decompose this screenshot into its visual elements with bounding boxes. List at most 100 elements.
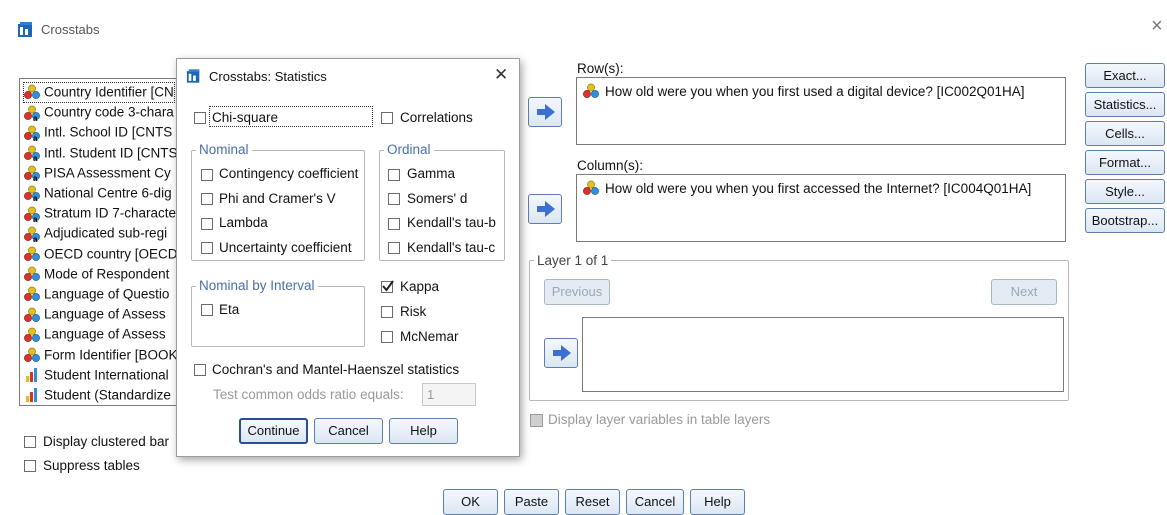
rows-listbox[interactable]: How old were you when you first used a d… [576, 77, 1066, 145]
variable-list-item[interactable]: a National Centre 6-dig [24, 183, 172, 203]
gamma-checkbox[interactable] [388, 169, 400, 181]
nominal-icon [24, 347, 44, 362]
mcnemar-label: McNemar [400, 329, 459, 344]
variable-list-item[interactable]: a Intl. School ID [CNTS [24, 122, 172, 143]
arrow-right-icon [537, 104, 555, 120]
variable-list-item[interactable]: Language of Assess [24, 324, 166, 344]
variable-label: Country Identifier [CN [44, 84, 174, 100]
nominal-icon [24, 246, 44, 261]
lambda-checkbox[interactable] [201, 218, 213, 230]
variable-list-item[interactable]: a Adjudicated sub-regi [24, 223, 167, 244]
gamma-label: Gamma [407, 166, 456, 181]
variable-list-item[interactable]: Language of Assess [24, 304, 166, 324]
variable-list-item[interactable]: a Intl. Student ID [CNTS [24, 143, 178, 163]
variable-list-item[interactable]: Form Identifier [BOOK [24, 345, 178, 365]
chi-square-label: Chi-square [212, 110, 279, 125]
contingency-label: Contingency coefficient [219, 166, 359, 181]
svg-text:a: a [33, 235, 38, 242]
dialog-cancel-button[interactable]: Cancel [314, 418, 383, 444]
kappa-label: Kappa [400, 279, 440, 294]
display-layer-label: Display layer variables in table layers [548, 412, 771, 427]
variable-label: Country code 3-chara [44, 104, 174, 120]
correlations-checkbox[interactable] [381, 112, 393, 124]
chi-square-checkbox[interactable] [194, 112, 206, 124]
variable-list-item[interactable]: Student International [24, 365, 169, 385]
svg-text:a: a [33, 154, 38, 161]
close-icon[interactable]: ✕ [494, 65, 508, 85]
move-to-layer-button[interactable] [544, 338, 578, 368]
dialog-help-button[interactable]: Help [389, 418, 458, 444]
statistics-button[interactable]: Statistics... [1085, 92, 1165, 117]
svg-text:a: a [33, 174, 38, 181]
variable-list-item[interactable]: a Stratum ID 7-characte [24, 203, 177, 224]
variable-list-item[interactable]: a Country code 3-chara [24, 102, 174, 123]
layer-legend: Layer 1 of 1 [534, 253, 612, 268]
nominal-icon [24, 84, 44, 100]
kendall-c-checkbox[interactable] [388, 242, 400, 254]
nominal-string-icon: a [24, 205, 44, 224]
variable-label: Language of Assess [44, 306, 166, 322]
odds-ratio-input[interactable]: 1 [422, 383, 476, 406]
nominal-string-icon: a [24, 104, 44, 123]
style-button[interactable]: Style... [1085, 179, 1165, 204]
column-variable[interactable]: How old were you when you first accessed… [605, 181, 1031, 196]
help-button[interactable]: Help [690, 489, 745, 515]
risk-checkbox[interactable] [381, 306, 393, 318]
ok-button[interactable]: OK [443, 489, 498, 515]
nominal-legend: Nominal [196, 142, 252, 157]
cells-button[interactable]: Cells... [1085, 121, 1165, 146]
variable-list-item[interactable]: Mode of Respondent [24, 264, 169, 284]
continue-button[interactable]: Continue [239, 418, 308, 444]
row-variable[interactable]: How old were you when you first used a d… [605, 84, 1024, 99]
reset-button[interactable]: Reset [565, 489, 620, 515]
eta-checkbox[interactable] [201, 304, 213, 316]
move-to-rows-button[interactable] [528, 97, 562, 127]
display-layer-checkbox[interactable] [530, 414, 543, 427]
variable-label: OECD country [OECD [44, 246, 178, 262]
format-button[interactable]: Format... [1085, 150, 1165, 175]
bootstrap-button[interactable]: Bootstrap... [1085, 208, 1165, 233]
svg-text:a: a [33, 194, 38, 201]
variable-label: PISA Assessment Cy [44, 165, 171, 181]
nominal-icon [583, 180, 599, 199]
layer-listbox[interactable] [582, 317, 1064, 392]
exact-button[interactable]: Exact... [1085, 63, 1165, 88]
contingency-checkbox[interactable] [201, 169, 213, 181]
odds-ratio-label: Test common odds ratio equals: [213, 387, 404, 402]
app-icon [186, 68, 202, 87]
display-clustered-label: Display clustered bar [43, 434, 170, 449]
variable-label: Mode of Respondent [44, 266, 170, 282]
somers-label: Somers' d [407, 191, 468, 206]
next-button[interactable]: Next [991, 279, 1057, 305]
display-clustered-checkbox[interactable] [24, 436, 36, 448]
paste-button[interactable]: Paste [504, 489, 559, 515]
columns-listbox[interactable]: How old were you when you first accessed… [576, 174, 1066, 242]
variable-list-item[interactable]: OECD country [OECD [24, 244, 178, 264]
cochrans-checkbox[interactable] [194, 364, 206, 376]
close-icon[interactable]: × [1151, 15, 1163, 38]
eta-label: Eta [219, 302, 240, 317]
suppress-tables-checkbox[interactable] [24, 460, 36, 472]
phi-cramer-label: Phi and Cramer's V [219, 191, 336, 206]
svg-text:a: a [33, 134, 38, 141]
mcnemar-checkbox[interactable] [381, 331, 393, 343]
kendall-b-checkbox[interactable] [388, 218, 400, 230]
uncertainty-label: Uncertainty coefficient [219, 240, 352, 255]
variable-list-item[interactable]: a PISA Assessment Cy [24, 163, 171, 183]
variable-list-item[interactable]: Student (Standardize [24, 385, 171, 405]
variable-label: Student International [44, 367, 169, 383]
move-to-columns-button[interactable] [528, 194, 562, 224]
scale-icon [24, 387, 44, 403]
variable-label: National Centre 6-dig [44, 185, 172, 201]
phi-cramer-checkbox[interactable] [201, 193, 213, 205]
variable-list[interactable]: Country Identifier [CN a Country code 3-ch… [19, 78, 179, 406]
cancel-button[interactable]: Cancel [626, 489, 684, 515]
arrow-right-icon [537, 201, 555, 217]
somers-checkbox[interactable] [388, 193, 400, 205]
variable-label: Stratum ID 7-characte [44, 205, 177, 221]
variable-list-item[interactable]: Country Identifier [CN [23, 82, 175, 103]
nominal-icon [24, 306, 44, 322]
previous-button[interactable]: Previous [544, 279, 610, 305]
uncertainty-checkbox[interactable] [201, 242, 213, 254]
variable-list-item[interactable]: Language of Questio [24, 284, 169, 304]
